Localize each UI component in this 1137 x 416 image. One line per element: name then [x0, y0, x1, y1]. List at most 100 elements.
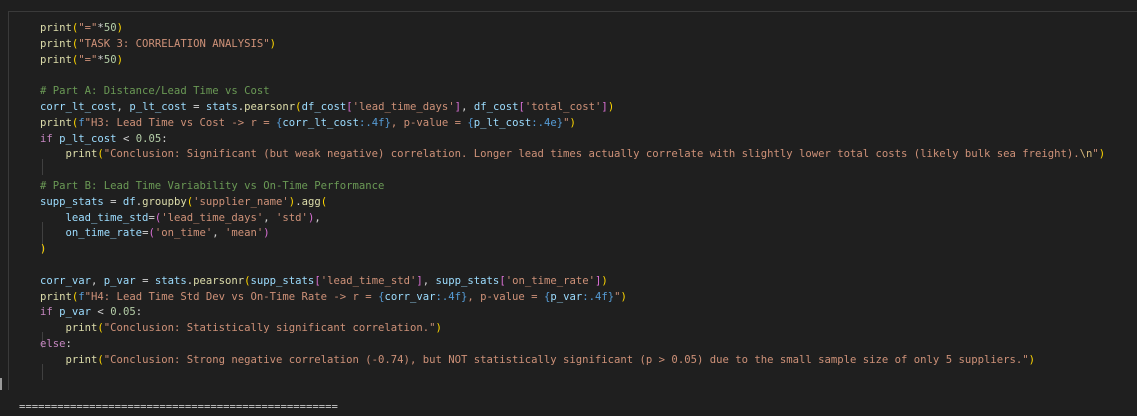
- code-token: 'total_cost': [524, 100, 602, 113]
- code-token: p_lt_cost: [59, 132, 117, 145]
- code-token: "TASK 3: CORRELATION ANALYSIS": [78, 37, 270, 50]
- code-line: if p_var < 0.05:: [40, 305, 1105, 321]
- code-token: # Part A: Distance/Lead Time vs Cost: [40, 85, 270, 98]
- code-token: print: [65, 322, 98, 335]
- code-token: 'on_time_rate': [505, 274, 595, 287]
- code-line: on_time_rate=('on_time', 'mean'): [40, 226, 1105, 242]
- code-token: print: [65, 148, 98, 161]
- code-token: ): [40, 243, 47, 256]
- code-token: lead_time_std: [65, 211, 149, 224]
- code-token: p_var: [59, 306, 92, 319]
- code-token: # Part B: Lead Time Variability vs On-Ti…: [40, 179, 385, 192]
- code-token: ): [116, 22, 123, 34]
- code-token: print: [65, 353, 98, 366]
- code-line: if p_lt_cost < 0.05:: [40, 132, 1105, 148]
- code-token: on_time_rate: [65, 227, 143, 240]
- code-token: ,: [91, 274, 104, 287]
- code-token: df_cost: [301, 100, 347, 113]
- code-line: supp_stats = df.groupby('supplier_name')…: [40, 195, 1105, 211]
- code-line: ): [40, 242, 1105, 258]
- code-token: print: [40, 116, 72, 129]
- code-token: groupby: [142, 195, 187, 208]
- code-token: 'lead_time_days': [352, 100, 455, 113]
- code-token: p_var: [550, 290, 583, 303]
- code-line: print("Conclusion: Statistically signifi…: [40, 321, 1105, 337]
- code-token: :: [135, 306, 143, 319]
- code-token: pearsonr: [244, 100, 296, 113]
- code-token: ): [1028, 353, 1035, 366]
- code-token: ): [435, 322, 442, 335]
- code-token: 0.05: [110, 306, 136, 319]
- code-token: ,: [212, 227, 226, 240]
- code-token: df_cost: [473, 100, 519, 113]
- code-line: print(f"H3: Lead Time vs Cost -> r = {co…: [40, 116, 1105, 132]
- code-token: ,: [116, 100, 130, 113]
- code-token: "H4: Lead Time Std Dev vs On-Time Rate -…: [84, 290, 379, 303]
- code-token: corr_lt_cost: [40, 100, 117, 113]
- cell-output: ========================================…: [19, 401, 338, 413]
- code-line: print("Conclusion: Significant (but weak…: [40, 147, 1106, 163]
- code-token: 50: [103, 22, 117, 34]
- code-line: # Part A: Distance/Lead Time vs Cost: [40, 84, 1105, 100]
- code-token: "=": [78, 22, 98, 34]
- code-token: 'mean': [225, 227, 264, 240]
- code-line: print("Conclusion: Strong negative corre…: [40, 353, 1105, 369]
- code-token: print: [40, 22, 72, 34]
- code-token: p_var: [103, 274, 136, 287]
- code-token: print: [40, 37, 72, 50]
- code-line: lead_time_std=('lead_time_days', 'std'),: [40, 211, 1105, 227]
- code-line: else:: [40, 337, 1105, 353]
- code-token: :: [65, 337, 72, 350]
- code-token: if: [40, 306, 53, 319]
- code-token: ): [601, 274, 608, 287]
- code-token: print: [40, 290, 72, 303]
- code-token: ): [620, 290, 627, 303]
- code-line: # Part B: Lead Time Variability vs On-Ti…: [40, 179, 1105, 195]
- code-token: \n: [1079, 148, 1093, 161]
- code-token: "Conclusion: Strong negative correlation…: [103, 353, 1029, 366]
- code-token: =: [103, 195, 123, 208]
- code-editor[interactable]: print("="*50) print("TASK 3: CORRELATION …: [40, 21, 1105, 369]
- code-token: "Conclusion: Statistically significant c…: [103, 322, 436, 335]
- code-token: 'on_time': [154, 227, 213, 240]
- code-line: print("="*50): [40, 53, 1105, 69]
- code-token: corr_lt_cost: [282, 116, 359, 129]
- code-token: "H3: Lead Time vs Cost -> r =: [84, 116, 277, 129]
- code-line: corr_lt_cost, p_lt_cost = stats.pearsonr…: [40, 100, 1105, 116]
- code-token: :: [161, 132, 168, 145]
- code-token: =: [135, 274, 155, 287]
- code-token: supp_stats: [250, 274, 315, 287]
- code-token: :.4f: [358, 116, 385, 129]
- code-token: print: [40, 53, 72, 66]
- code-token: supp_stats: [435, 274, 500, 287]
- cell-indicator: [0, 378, 2, 390]
- code-token: ,: [263, 211, 277, 224]
- code-token: ): [607, 100, 615, 113]
- code-token: (: [320, 195, 328, 208]
- code-token: :.4f: [582, 290, 608, 303]
- code-token: , p-value =: [390, 116, 468, 129]
- code-token: stats: [154, 274, 187, 287]
- code-cell[interactable]: print("="*50) print("TASK 3: CORRELATION …: [8, 11, 1137, 390]
- code-token: agg: [301, 195, 321, 208]
- code-token: p_lt_cost: [473, 116, 532, 129]
- code-token: ,: [314, 211, 321, 224]
- code-line: print("TASK 3: CORRELATION ANALYSIS"): [40, 37, 1105, 53]
- code-token: if: [40, 132, 53, 145]
- code-line: print("="*50): [40, 21, 1105, 37]
- code-token: <: [91, 306, 111, 319]
- code-token: , p-value =: [467, 290, 544, 303]
- code-token: 'lead_time_std': [320, 274, 417, 287]
- code-token: :.4f: [435, 290, 461, 303]
- code-token: corr_var: [40, 274, 92, 287]
- code-token: else: [40, 337, 66, 350]
- code-token: ): [263, 227, 270, 240]
